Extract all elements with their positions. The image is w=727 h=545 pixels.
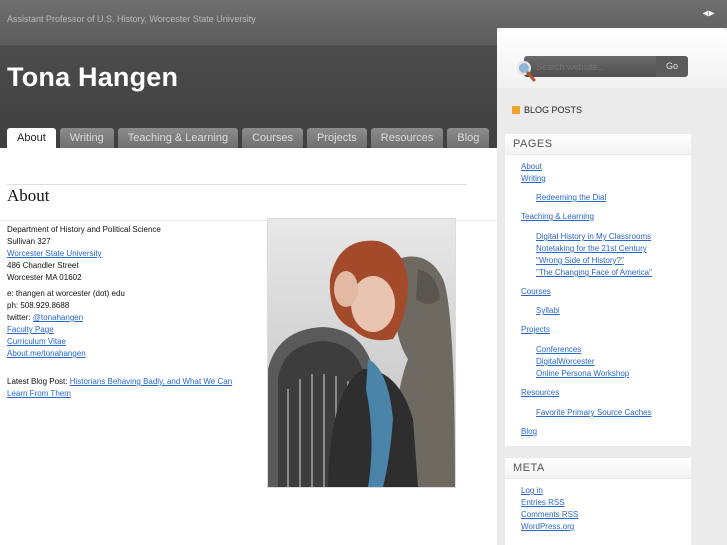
page-link-wrong-side[interactable]: "Wrong Side of History?" [536, 255, 624, 267]
meta-link-entries-rss[interactable]: Entries RSS [521, 497, 565, 509]
page-link-about[interactable]: About [521, 161, 542, 173]
page-link-changing-face[interactable]: "The Changing Face of America" [536, 267, 652, 279]
about-me-link[interactable]: About.me/tonahangen [7, 349, 86, 358]
search-field[interactable] [524, 56, 656, 77]
magnifier-icon [517, 61, 536, 82]
page-link-blog[interactable]: Blog [521, 426, 537, 438]
email-text: e: thangen at worcester (dot) edu [7, 289, 125, 298]
page-link-conferences[interactable]: Conferences [536, 344, 581, 356]
page-link-projects[interactable]: Projects [521, 324, 550, 336]
twitter-label: twitter: [7, 313, 33, 322]
page-link-digitalworcester[interactable]: DigitalWorcester [536, 356, 595, 368]
twitter-link[interactable]: @tonahangen [33, 313, 83, 322]
curriculum-vitae-link[interactable]: Curriculum Vitae [7, 337, 66, 346]
page-link-notetaking[interactable]: Notetaking for the 21st Century [536, 243, 647, 255]
tab-projects[interactable]: Projects [307, 128, 367, 148]
page-link-syllabi[interactable]: Syllabi [536, 305, 560, 317]
tab-about[interactable]: About [7, 128, 56, 148]
page-link-digital-history[interactable]: Digital History in My Classrooms [536, 231, 651, 243]
faculty-page-link[interactable]: Faculty Page [7, 325, 54, 334]
search-input[interactable] [536, 56, 652, 77]
tab-courses[interactable]: Courses [242, 128, 304, 148]
search-go-button[interactable]: Go [656, 56, 688, 77]
page-link-courses[interactable]: Courses [521, 286, 551, 298]
contact-details: e: thangen at worcester (dot) edu ph: 50… [7, 288, 125, 360]
blog-posts-label: BLOG POSTS [524, 105, 583, 115]
pages-widget: PAGES About Writing Redeeming the Dial T… [505, 134, 691, 446]
page-link-online-persona[interactable]: Online Persona Workshop [536, 368, 629, 380]
department: Department of History and Political Scie… [7, 225, 161, 234]
page-link-primary-source[interactable]: Favorite Primary Source Caches [536, 407, 652, 419]
page-link-resources[interactable]: Resources [521, 387, 559, 399]
profile-photo-image [268, 219, 455, 487]
tab-resources[interactable]: Resources [370, 128, 444, 148]
meta-widget: META Log in Entries RSS Comments RSS Wor… [505, 458, 691, 545]
profile-photo [267, 218, 456, 488]
site-tagline: Assistant Professor of U.S. History, Wor… [7, 14, 256, 24]
pages-widget-title: PAGES [505, 134, 691, 155]
office: Sullivan 327 [7, 237, 51, 246]
divider [7, 184, 467, 185]
blog-posts-heading[interactable]: BLOG POSTS [512, 105, 582, 115]
page-link-writing[interactable]: Writing [521, 173, 546, 185]
meta-link-login[interactable]: Log in [521, 485, 543, 497]
main-nav: About Writing Teaching & Learning Course… [7, 128, 490, 148]
meta-link-wordpress[interactable]: WordPress.org [521, 521, 574, 533]
phone-text: ph: 508.929.8688 [7, 301, 70, 310]
sidebar: Go BLOG POSTS PAGES About Writing Redeem… [497, 28, 727, 545]
meta-link-comments-rss[interactable]: Comments RSS [521, 509, 578, 521]
page-link-redeeming[interactable]: Redeeming the Dial [536, 192, 606, 204]
latest-post-label: Latest Blog Post: [7, 377, 70, 386]
street-address: 486 Chandler Street [7, 261, 79, 270]
page-link-teaching[interactable]: Teaching & Learning [521, 211, 594, 223]
tab-blog[interactable]: Blog [447, 128, 490, 148]
meta-widget-title: META [505, 458, 691, 479]
university-link[interactable]: Worcester State University [7, 249, 102, 258]
main-content: About Department of History and Politica… [0, 148, 497, 545]
orange-square-icon [512, 106, 520, 114]
site-title[interactable]: Tona Hangen [7, 62, 178, 93]
tab-writing[interactable]: Writing [59, 128, 114, 148]
city-address: Worcester MA 01602 [7, 273, 82, 282]
page-title: About [7, 186, 50, 205]
contact-block: Department of History and Political Scie… [7, 224, 161, 284]
tab-teaching-learning[interactable]: Teaching & Learning [117, 128, 239, 148]
slider-arrows-icon[interactable]: ◂▸ [703, 8, 715, 19]
latest-blog-post: Latest Blog Post: Historians Behaving Ba… [7, 376, 247, 400]
